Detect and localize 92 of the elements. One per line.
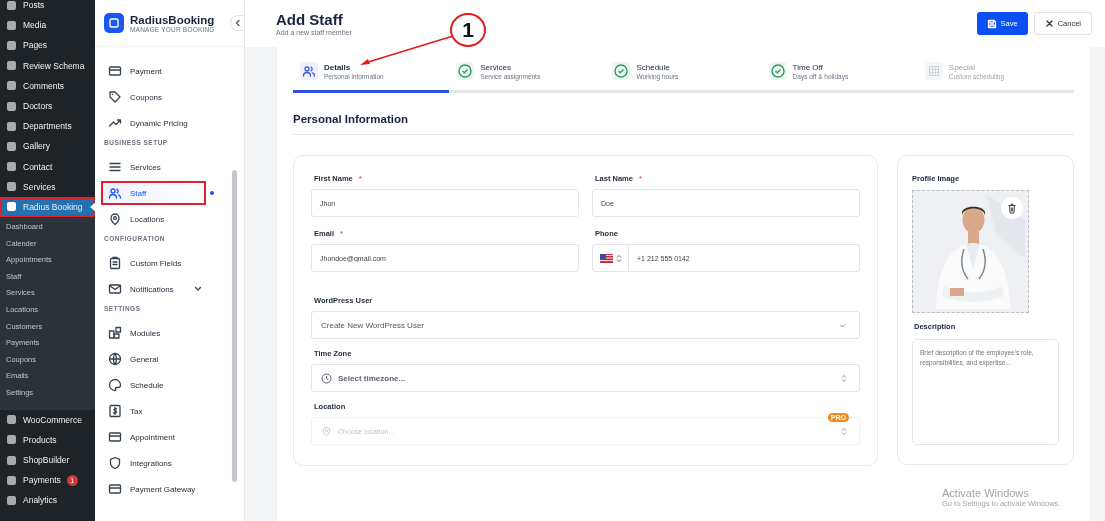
- country-select[interactable]: [592, 244, 629, 272]
- chevron-down-icon: [194, 285, 202, 293]
- flag-icon: [600, 253, 613, 263]
- grid-icon: [924, 62, 943, 80]
- menu-item[interactable]: Doctors: [0, 95, 95, 117]
- tile-icon: [6, 414, 17, 426]
- clock-icon: [321, 372, 332, 384]
- menu-item[interactable]: Review Schema: [0, 55, 95, 76]
- nav-item[interactable]: Appointment: [103, 427, 204, 447]
- updown-icon: [616, 253, 622, 263]
- menu-item[interactable]: Radius Booking: [0, 196, 95, 218]
- trend-icon: [108, 116, 122, 130]
- scrollbar[interactable]: [232, 170, 237, 482]
- dollar-icon: [108, 404, 122, 418]
- dropdown[interactable]: Create New WordPress User: [311, 311, 860, 339]
- step-title: Services: [480, 62, 512, 72]
- updown-icon: [841, 426, 847, 436]
- timezone-select[interactable]: Select timezone...: [311, 364, 860, 392]
- menu-item[interactable]: Media: [0, 15, 95, 36]
- tile-icon: [6, 19, 17, 31]
- nav-item[interactable]: General: [103, 349, 204, 369]
- clipboard-icon: [108, 256, 122, 270]
- chevron-left-icon: [233, 19, 242, 27]
- trash-icon: [1007, 202, 1017, 214]
- nav-item[interactable]: Notifications: [103, 279, 204, 299]
- nav-item[interactable]: Tax: [103, 401, 204, 421]
- nav-item[interactable]: Schedule: [103, 375, 204, 395]
- tile-icon: [6, 60, 17, 72]
- tile-icon: [6, 140, 17, 152]
- tile-icon: [6, 100, 17, 112]
- menu-item[interactable]: Pages: [0, 35, 95, 56]
- check-circle-icon: [768, 62, 787, 80]
- calendar-logo-icon: [104, 13, 124, 33]
- nav-item[interactable]: Dynamic Pricing: [103, 113, 204, 133]
- close-icon: [1044, 19, 1054, 28]
- tile-icon: [6, 80, 17, 92]
- tile-icon: [6, 474, 17, 486]
- activation-title: Activate Windows: [942, 487, 1030, 499]
- nav-item[interactable]: Payment Gateway: [103, 479, 204, 499]
- nav-item[interactable]: Payment: [103, 61, 204, 81]
- card-icon: [108, 430, 122, 444]
- tile-icon: [6, 120, 17, 132]
- nav-item[interactable]: Coupons: [103, 87, 204, 107]
- step-title: Time Off: [792, 62, 824, 72]
- pin-icon: [321, 425, 332, 437]
- nav-item[interactable]: Integrations: [103, 453, 204, 473]
- nav-item[interactable]: Locations: [103, 209, 204, 229]
- pin-icon: [108, 212, 122, 226]
- menu-item[interactable]: Products: [0, 429, 95, 450]
- shield-icon: [108, 456, 122, 470]
- collapse-button[interactable]: [230, 15, 244, 31]
- section-title: Personal Information: [293, 113, 1074, 135]
- tile-icon: [6, 0, 17, 11]
- modules-icon: [108, 326, 122, 340]
- menu-item[interactable]: WooCommerce: [0, 409, 95, 430]
- updown-icon: [841, 373, 847, 383]
- nav-item[interactable]: Modules: [103, 323, 204, 343]
- menu-item[interactable]: Gallery: [0, 136, 95, 157]
- step-title: Schedule: [636, 62, 671, 72]
- menu-item[interactable]: Comments: [0, 75, 95, 96]
- envelope-icon: [108, 282, 122, 296]
- page-title: Add Staff: [276, 11, 344, 28]
- card-icon: [108, 64, 122, 78]
- nav-item[interactable]: Custom Fields: [103, 253, 204, 273]
- brand-name: RadiusBooking: [130, 13, 216, 26]
- tile-icon: [6, 181, 17, 193]
- card-icon: [108, 482, 122, 496]
- menu-item[interactable]: Posts: [0, 0, 95, 16]
- menu-item[interactable]: Analytics: [0, 490, 95, 511]
- floppy-icon: [986, 18, 997, 29]
- tile-icon: [6, 161, 17, 173]
- nav-item[interactable]: Services: [103, 157, 204, 177]
- list-icon: [108, 160, 122, 174]
- globe-icon: [108, 352, 122, 366]
- step-title: Special: [948, 62, 977, 72]
- tile-icon: [6, 201, 17, 213]
- tag-icon: [108, 90, 122, 104]
- check-circle-icon: [612, 62, 631, 80]
- people-icon: [108, 186, 122, 200]
- tile-icon: [6, 39, 17, 51]
- palette-icon: [108, 378, 122, 392]
- check-circle-icon: [456, 62, 475, 80]
- tile-icon: [6, 454, 17, 466]
- menu-item[interactable]: Contact: [0, 156, 95, 177]
- people-icon: [300, 62, 318, 80]
- tile-icon: [6, 434, 17, 446]
- tile-icon: [6, 494, 17, 506]
- step-title: Details: [324, 62, 352, 72]
- active-dot: [210, 191, 214, 195]
- menu-item[interactable]: Services: [0, 176, 95, 197]
- menu-item[interactable]: Departments: [0, 116, 95, 137]
- menu-item[interactable]: ShopBuilder: [0, 449, 95, 471]
